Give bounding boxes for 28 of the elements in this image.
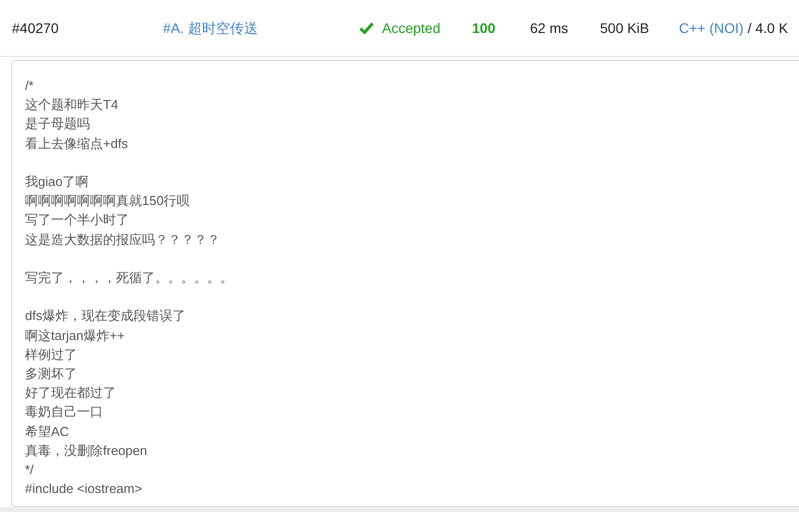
language-link[interactable]: C++ (NOI) [679, 18, 744, 38]
code-line: 啊啊啊啊啊啊啊真就150行呗 [25, 192, 190, 210]
code-line: 写完了，，，，死循了。。。。。。 [25, 269, 233, 287]
code-line: 我giao了啊 [25, 173, 89, 191]
status-label: Accepted [359, 18, 472, 38]
score-text: 100 [472, 18, 496, 38]
code-line: /* [25, 77, 34, 95]
code-line: 多测坏了 [25, 365, 77, 383]
submission-id: #40270 [12, 18, 60, 38]
code-line: */ [25, 461, 34, 480]
code-length-text: / 4.0 K [748, 18, 788, 38]
code-line: 啊这tarjan爆炸++ [25, 326, 125, 345]
code-line: 看上去像缩点+dfs [25, 134, 128, 153]
code-line: 样例过了 [25, 346, 77, 364]
memory-text: 500 KiB [600, 18, 650, 38]
code-line: 真毒，没删除freopen [25, 442, 148, 460]
code-line: 是子母题吗 [25, 115, 90, 134]
code-line: 希望AC [25, 422, 70, 441]
code-line: #include <iostream> [25, 480, 142, 498]
problem-link[interactable]: #A. 超时空传送 [163, 18, 359, 38]
code-line: 好了现在都过了 [25, 384, 116, 402]
code-line: 这是造大数据的报应吗？？？？？ [25, 230, 220, 249]
code-line: 毒奶自己一口 [25, 403, 103, 422]
code-line: 这个题和昨天T4 [25, 96, 118, 114]
code-line: dfs爆炸，现在变成段错误了 [25, 307, 186, 326]
time-text: 62 ms [530, 18, 570, 38]
checkmark-icon [359, 22, 374, 34]
code-line: 写了一个半小时了 [25, 211, 129, 230]
